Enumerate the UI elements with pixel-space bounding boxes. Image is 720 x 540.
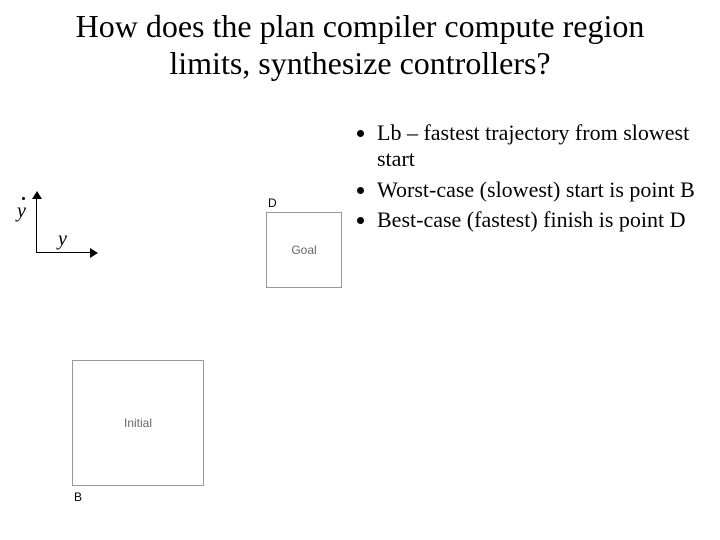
- axes-figure: y y: [18, 196, 98, 266]
- initial-region: Initial B: [72, 360, 232, 504]
- initial-corner-label: B: [74, 490, 232, 504]
- bullet-item: Lb – fastest trajectory from slowest sta…: [377, 120, 695, 173]
- initial-box-label: Initial: [124, 416, 152, 430]
- x-axis-line: [36, 252, 92, 253]
- goal-region: D Goal: [266, 196, 356, 288]
- bullet-item: Worst-case (slowest) start is point B: [377, 177, 695, 203]
- slide: How does the plan compiler compute regio…: [0, 0, 720, 540]
- slide-title: How does the plan compiler compute regio…: [0, 8, 720, 82]
- arrow-right-icon: [90, 248, 98, 258]
- goal-box: Goal: [266, 212, 342, 288]
- arrow-up-icon: [32, 191, 42, 199]
- goal-box-label: Goal: [291, 243, 316, 257]
- bullet-item: Best-case (fastest) finish is point D: [377, 207, 695, 233]
- bullet-list: Lb – fastest trajectory from slowest sta…: [355, 120, 695, 238]
- y-axis-line: [36, 196, 37, 252]
- goal-corner-label: D: [268, 196, 356, 210]
- y-axis-label: y: [58, 228, 67, 251]
- initial-box: Initial: [72, 360, 204, 486]
- ydot-axis-label: y: [17, 200, 26, 223]
